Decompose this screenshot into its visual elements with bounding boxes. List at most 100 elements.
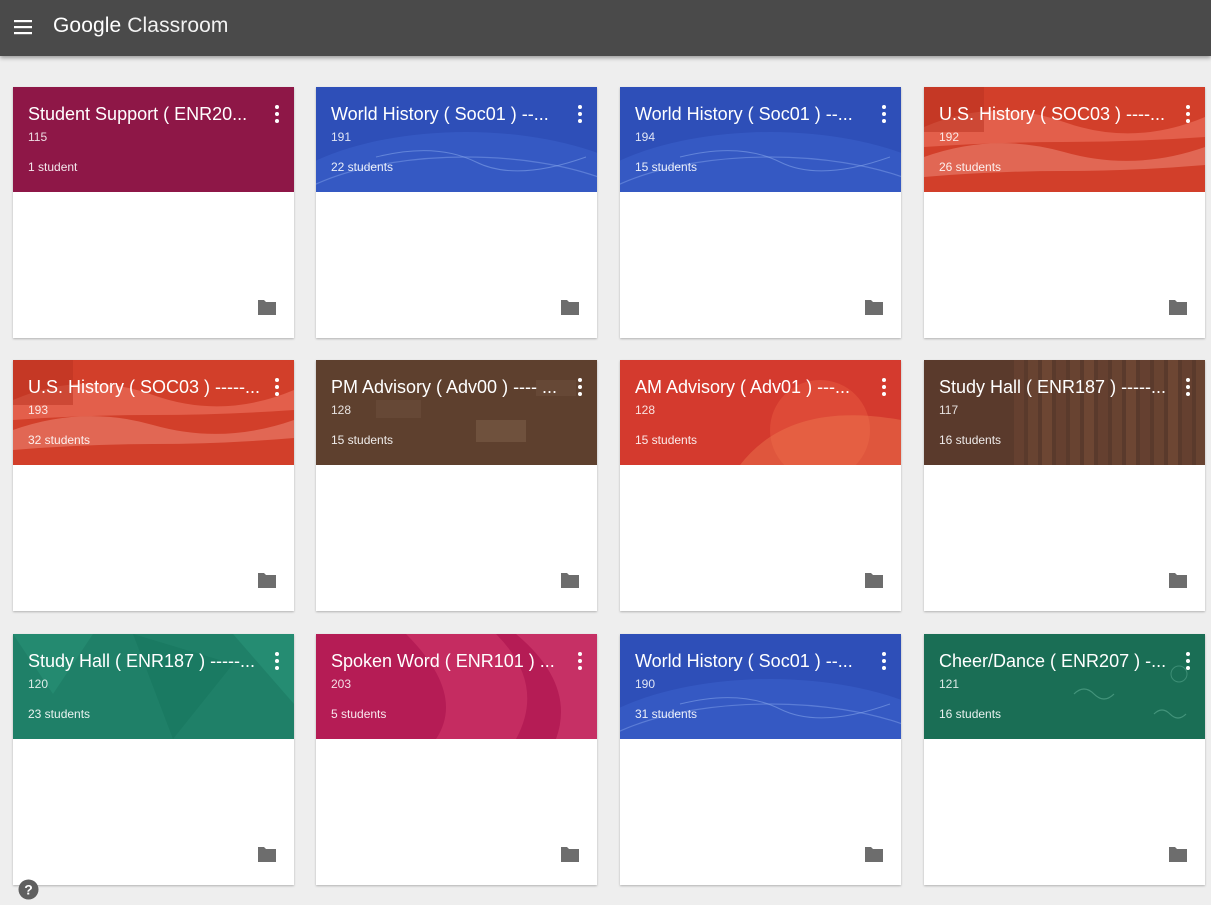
folder-icon[interactable] (864, 845, 884, 863)
header-artwork (620, 87, 901, 192)
more-vert-icon[interactable] (573, 103, 587, 125)
class-card-header[interactable]: Cheer/Dance ( ENR207 ) -... 121 16 student… (924, 634, 1205, 739)
class-section: 191 (331, 130, 352, 144)
class-card[interactable]: U.S. History ( SOC03 ) -----... 193 32 stu… (13, 360, 294, 611)
folder-icon[interactable] (1168, 571, 1188, 589)
folder-icon[interactable] (1168, 845, 1188, 863)
more-vert-icon[interactable] (270, 650, 284, 672)
class-card-header[interactable]: Study Hall ( ENR187 ) -----... 120 23 stud… (13, 634, 294, 739)
brand-app-text: Classroom (127, 14, 229, 37)
class-card-header[interactable]: Study Hall ( ENR187 ) -----... 117 16 stud… (924, 360, 1205, 465)
folder-icon[interactable] (257, 298, 277, 316)
folder-icon[interactable] (864, 571, 884, 589)
more-vert-icon[interactable] (573, 376, 587, 398)
header-artwork (924, 634, 1205, 739)
help-icon[interactable]: ? (18, 879, 39, 900)
class-card-body (13, 739, 294, 885)
app-logo[interactable]: Google Classroom (53, 14, 229, 38)
folder-icon[interactable] (560, 845, 580, 863)
svg-text:?: ? (24, 882, 33, 898)
class-section: 115 (28, 130, 48, 144)
class-card-grid: Student Support ( ENR20... 115 1 student W… (13, 87, 1205, 887)
class-card-body (13, 192, 294, 338)
class-card[interactable]: U.S. History ( SOC03 ) ----... 192 26 stud… (924, 87, 1205, 338)
header-artwork (13, 634, 294, 739)
header-artwork (13, 87, 294, 192)
hamburger-menu-icon[interactable] (11, 14, 37, 40)
class-card-body (924, 192, 1205, 338)
class-card-header[interactable]: World History ( Soc01 ) --... 191 22 stude… (316, 87, 597, 192)
class-title[interactable]: Student Support ( ENR20... (28, 104, 264, 125)
student-count: 23 students (28, 707, 91, 721)
header-artwork (620, 360, 901, 465)
folder-icon[interactable] (257, 845, 277, 863)
class-title[interactable]: U.S. History ( SOC03 ) -----... (28, 377, 264, 398)
header-artwork (13, 360, 294, 465)
class-title[interactable]: Spoken Word ( ENR101 ) ... (331, 651, 567, 672)
header-artwork (316, 634, 597, 739)
class-section: 128 (635, 403, 656, 417)
class-title[interactable]: Study Hall ( ENR187 ) -----... (939, 377, 1175, 398)
class-card[interactable]: Student Support ( ENR20... 115 1 student (13, 87, 294, 338)
student-count: 15 students (635, 433, 698, 447)
more-vert-icon[interactable] (573, 650, 587, 672)
class-card[interactable]: World History ( Soc01 ) --... 191 22 stude… (316, 87, 597, 338)
class-card-header[interactable]: U.S. History ( SOC03 ) ----... 192 26 stud… (924, 87, 1205, 192)
class-card-body (620, 192, 901, 338)
header-artwork (316, 360, 597, 465)
class-section: 192 (939, 130, 960, 144)
class-card-header[interactable]: PM Advisory ( Adv00 ) ---- ... 128 15 stud… (316, 360, 597, 465)
class-card[interactable]: Cheer/Dance ( ENR207 ) -... 121 16 student… (924, 634, 1205, 885)
student-count: 16 students (939, 707, 1002, 721)
student-count: 22 students (331, 160, 394, 174)
more-vert-icon[interactable] (270, 376, 284, 398)
class-card-body (620, 739, 901, 885)
class-card-header[interactable]: U.S. History ( SOC03 ) -----... 193 32 stu… (13, 360, 294, 465)
class-title[interactable]: PM Advisory ( Adv00 ) ---- ... (331, 377, 567, 398)
header-artwork (924, 360, 1205, 465)
more-vert-icon[interactable] (1181, 650, 1195, 672)
class-title[interactable]: World History ( Soc01 ) --... (635, 104, 871, 125)
class-card[interactable]: Study Hall ( ENR187 ) -----... 120 23 stud… (13, 634, 294, 885)
brand-google-text: Google (53, 14, 122, 37)
student-count: 15 students (331, 433, 394, 447)
class-card[interactable]: AM Advisory ( Adv01 ) ---... 128 15 studen… (620, 360, 901, 611)
more-vert-icon[interactable] (877, 650, 891, 672)
class-section: 194 (635, 130, 656, 144)
class-card[interactable]: Spoken Word ( ENR101 ) ... 203 5 students (316, 634, 597, 885)
class-card-header[interactable]: AM Advisory ( Adv01 ) ---... 128 15 studen… (620, 360, 901, 465)
more-vert-icon[interactable] (877, 376, 891, 398)
class-card-header[interactable]: World History ( Soc01 ) --... 194 15 stude… (620, 87, 901, 192)
class-section: 190 (635, 677, 656, 691)
class-title[interactable]: Cheer/Dance ( ENR207 ) -... (939, 651, 1175, 672)
class-card-body (620, 465, 901, 611)
class-card[interactable]: World History ( Soc01 ) --... 190 31 stude… (620, 634, 901, 885)
folder-icon[interactable] (560, 298, 580, 316)
class-card-header[interactable]: Student Support ( ENR20... 115 1 student (13, 87, 294, 192)
class-card-body (924, 465, 1205, 611)
class-title[interactable]: Study Hall ( ENR187 ) -----... (28, 651, 264, 672)
class-section: 121 (939, 677, 960, 691)
folder-icon[interactable] (1168, 298, 1188, 316)
class-card-header[interactable]: World History ( Soc01 ) --... 190 31 stude… (620, 634, 901, 739)
class-card[interactable]: World History ( Soc01 ) --... 194 15 stude… (620, 87, 901, 338)
header-artwork (620, 634, 901, 739)
more-vert-icon[interactable] (1181, 103, 1195, 125)
folder-icon[interactable] (560, 571, 580, 589)
header-artwork (316, 87, 597, 192)
class-title[interactable]: World History ( Soc01 ) --... (635, 651, 871, 672)
more-vert-icon[interactable] (877, 103, 891, 125)
more-vert-icon[interactable] (270, 103, 284, 125)
class-card[interactable]: PM Advisory ( Adv00 ) ---- ... 128 15 stud… (316, 360, 597, 611)
header-artwork (924, 87, 1205, 192)
folder-icon[interactable] (257, 571, 277, 589)
more-vert-icon[interactable] (1181, 376, 1195, 398)
folder-icon[interactable] (864, 298, 884, 316)
student-count: 5 students (331, 707, 387, 721)
class-title[interactable]: World History ( Soc01 ) --... (331, 104, 567, 125)
class-card-header[interactable]: Spoken Word ( ENR101 ) ... 203 5 students (316, 634, 597, 739)
class-title[interactable]: AM Advisory ( Adv01 ) ---... (635, 377, 871, 398)
class-card[interactable]: Study Hall ( ENR187 ) -----... 117 16 stud… (924, 360, 1205, 611)
class-card-body (316, 465, 597, 611)
class-title[interactable]: U.S. History ( SOC03 ) ----... (939, 104, 1175, 125)
